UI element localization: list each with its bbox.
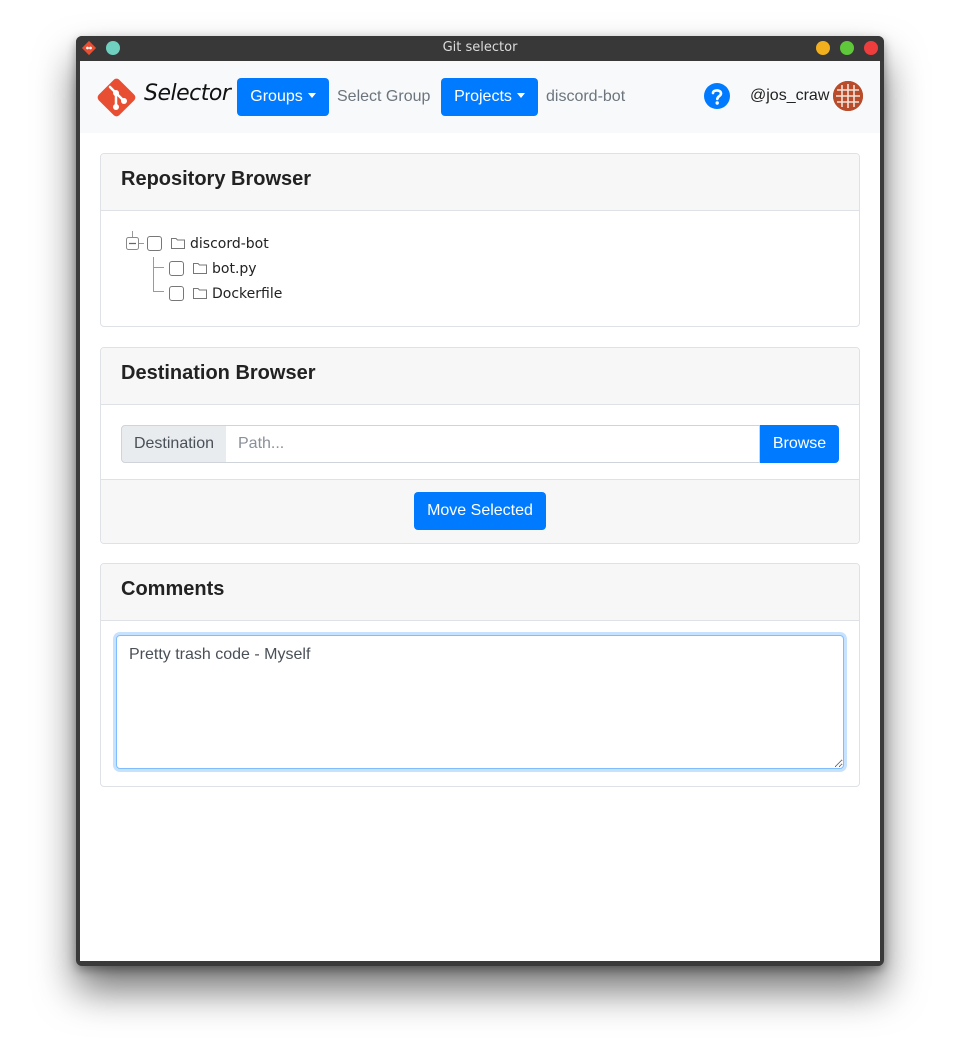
folder-icon <box>171 238 185 249</box>
comments-card: Comments Pretty trash code - Myself <box>100 563 860 787</box>
chevron-down-icon <box>307 93 316 98</box>
minus-square-icon[interactable] <box>126 237 139 250</box>
destination-path-input[interactable] <box>226 425 760 463</box>
selected-group-text: Select Group <box>337 88 431 105</box>
folder-icon <box>193 288 207 299</box>
avatar[interactable] <box>833 81 863 111</box>
repository-browser-card: Repository Browser discord-bot bot.py Do… <box>100 153 860 327</box>
destination-browser-header: Destination Browser <box>101 348 859 405</box>
question-circle-icon[interactable] <box>704 83 730 109</box>
groups-button-label: Groups <box>250 88 303 105</box>
tree-connector <box>153 257 154 292</box>
titlebar[interactable]: Git selector <box>76 36 884 61</box>
comments-header: Comments <box>101 564 859 621</box>
repository-browser-title: Repository Browser <box>121 168 312 190</box>
brand-name[interactable]: Selector <box>144 81 231 106</box>
comments-textarea[interactable]: Pretty trash code - Myself <box>116 635 844 769</box>
comments-title: Comments <box>121 578 225 600</box>
selected-project-text: discord-bot <box>546 88 626 105</box>
tree-connector <box>154 267 164 268</box>
destination-label: Destination <box>121 425 227 463</box>
maximize-button[interactable] <box>840 41 854 55</box>
destination-browser-title: Destination Browser <box>121 362 316 384</box>
chevron-down-icon <box>516 93 525 98</box>
app-content: Selector Groups Select Group Projects di… <box>80 61 880 961</box>
destination-browser-card: Destination Browser Destination Browse M… <box>100 347 860 544</box>
tree-checkbox-bot-py[interactable] <box>169 261 184 276</box>
destination-browser-footer: Move Selected <box>101 479 859 543</box>
tree-checkbox-dockerfile[interactable] <box>169 286 184 301</box>
tree-item-label[interactable]: discord-bot <box>190 236 269 252</box>
git-logo-icon[interactable] <box>96 77 137 118</box>
projects-button-label: Projects <box>454 88 512 105</box>
tree-connector <box>139 243 144 244</box>
tree-item-label[interactable]: bot.py <box>212 261 257 277</box>
repository-browser-header: Repository Browser <box>101 154 859 211</box>
groups-dropdown-button[interactable]: Groups <box>237 78 329 116</box>
browse-button[interactable]: Browse <box>760 425 839 463</box>
tree-checkbox-root[interactable] <box>147 236 162 251</box>
move-selected-button[interactable]: Move Selected <box>414 492 546 530</box>
projects-dropdown-button[interactable]: Projects <box>441 78 538 116</box>
minimize-button[interactable] <box>816 41 830 55</box>
navbar: Selector Groups Select Group Projects di… <box>80 61 880 133</box>
window-title: Git selector <box>442 40 518 55</box>
tree-item-label[interactable]: Dockerfile <box>212 286 282 302</box>
destination-input-group: Destination Browse <box>121 425 839 463</box>
app-window: Git selector Selector Groups Select Grou… <box>76 36 884 966</box>
tree-connector <box>154 291 164 292</box>
close-button[interactable] <box>864 41 878 55</box>
folder-icon <box>193 263 207 274</box>
username[interactable]: @jos_craw <box>750 87 829 105</box>
